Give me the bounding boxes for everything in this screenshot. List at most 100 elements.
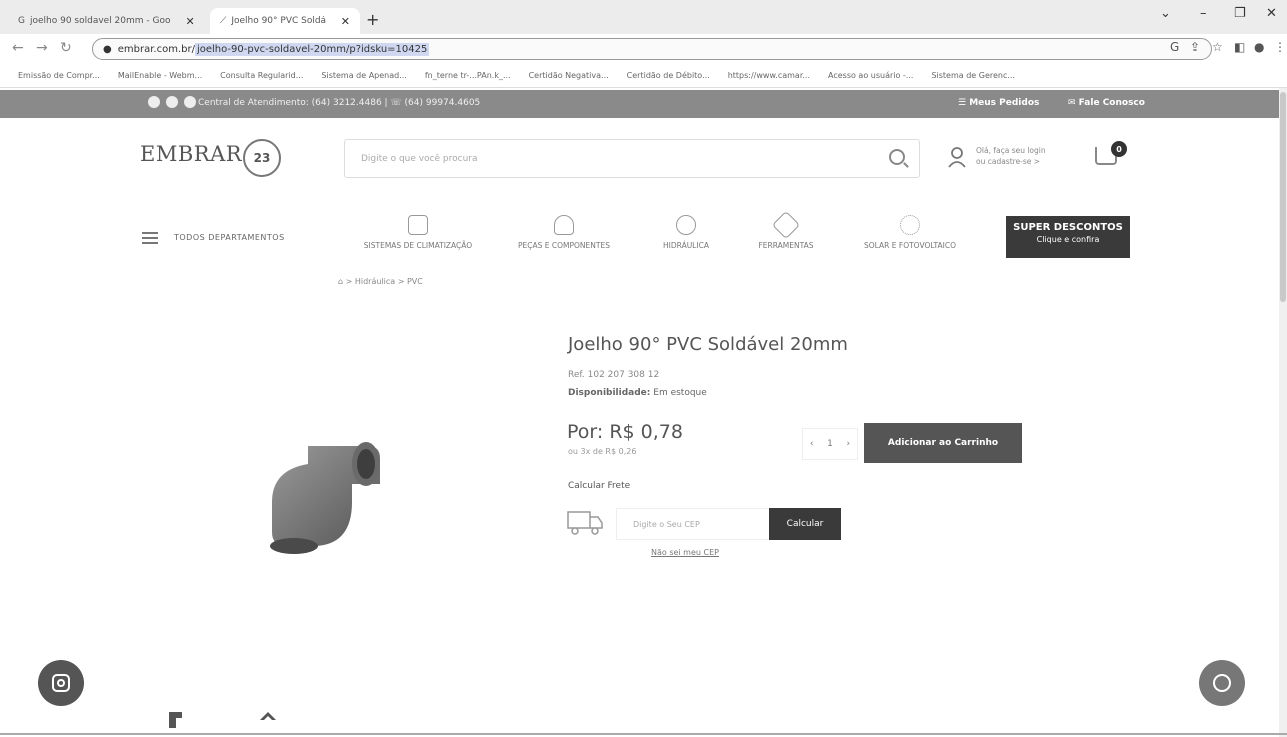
search-placeholder: Digite o que você procura [361, 153, 478, 164]
instagram-icon[interactable] [166, 96, 178, 108]
scrollbar-thumb[interactable] [1280, 92, 1286, 302]
product-price: Por: R$ 0,78 [567, 421, 683, 443]
share-icon[interactable]: ⇪ [1190, 40, 1200, 54]
minus-icon[interactable]: ‹ [810, 439, 814, 449]
category-label: HIDRÁULICA [663, 241, 709, 250]
tab-label: joelho 90 soldavel 20mm - Goo [29, 16, 171, 26]
shipping-label: Calcular Frete [568, 481, 631, 491]
category-label: FERRAMENTAS [758, 241, 814, 250]
embrar-icon: ⟋ [220, 16, 227, 26]
tab-product[interactable]: ⟋ Joelho 90° PVC Soldável 20mm ✕ [210, 8, 360, 34]
bookmark-item[interactable]: https://www.camar... [728, 71, 810, 80]
availability-value: Em estoque [653, 388, 707, 398]
login-line-1: Olá, faça seu login [976, 146, 1046, 155]
back-icon[interactable]: ← [12, 40, 24, 56]
plus-icon[interactable]: › [847, 439, 851, 449]
sun-icon [900, 215, 920, 235]
bookmark-item[interactable]: Certidão de Débito... [627, 71, 710, 80]
tab-label: Joelho 90° PVC Soldável 20mm [231, 16, 326, 26]
facebook-icon[interactable] [148, 96, 160, 108]
search-input[interactable]: Digite o que você procura [344, 139, 920, 178]
reload-icon[interactable]: ↻ [60, 40, 72, 56]
close-window-icon[interactable]: ✕ [1266, 6, 1277, 21]
close-icon[interactable]: ✕ [186, 15, 195, 28]
add-to-cart-button[interactable]: Adicionar ao Carrinho [864, 423, 1022, 463]
search-icon[interactable] [889, 149, 905, 165]
category-climatizacao[interactable]: SISTEMAS DE CLIMATIZAÇÃO [348, 215, 488, 250]
youtube-icon[interactable] [184, 96, 196, 108]
promo-subtitle: Clique e confira [1036, 235, 1100, 244]
user-icon[interactable] [948, 146, 966, 168]
breadcrumb[interactable]: ⌂ > Hidráulica > PVC [338, 277, 423, 286]
product-title: Joelho 90° PVC Soldável 20mm [568, 334, 848, 355]
product-ref: Ref. 102 207 308 12 [568, 370, 660, 380]
login-line-2: ou cadastre-se > [976, 157, 1041, 166]
google-icon: G [18, 16, 25, 26]
url-prefix: embrar.com.br/ [117, 43, 195, 55]
menu-dots-icon[interactable]: ⋮ [1274, 40, 1286, 54]
restore-icon[interactable]: ❐ [1234, 6, 1246, 21]
installments: ou 3x de R$ 0,26 [568, 447, 637, 456]
category-ferramentas[interactable]: FERRAMENTAS [716, 210, 856, 250]
no-cep-link[interactable]: Não sei meu CEP [651, 548, 719, 557]
site-logo[interactable]: EMBRAR [140, 142, 242, 166]
quantity-value: 1 [827, 439, 833, 449]
truck-icon [567, 511, 603, 535]
super-discounts-button[interactable]: SUPER DESCONTOS Clique e confira [1006, 216, 1130, 258]
faucet-icon [676, 215, 696, 235]
chevron-down-icon[interactable]: ⌄ [1160, 6, 1171, 21]
browser-tab-bar: G joelho 90 soldavel 20mm - Goo ✕ ⟋ Joel… [0, 0, 1287, 34]
sidepanel-icon[interactable]: ◧ [1234, 40, 1245, 54]
bookmarks-bar: Emissão de Compr... MailEnable - Webm...… [0, 64, 1287, 88]
product-thumbnail[interactable] [166, 708, 186, 728]
availability-label: Disponibilidade: [568, 388, 651, 398]
air-conditioner-icon [408, 215, 428, 235]
google-lens-icon[interactable]: G [1170, 40, 1179, 54]
minimize-icon[interactable]: – [1200, 6, 1207, 21]
bookmark-item[interactable]: Sistema de Gerenc... [931, 71, 1015, 80]
quantity-stepper[interactable]: ‹ 1 › [802, 428, 858, 460]
category-label: SISTEMAS DE CLIMATIZAÇÃO [363, 241, 473, 250]
promo-title: SUPER DESCONTOS [1013, 222, 1123, 233]
component-icon [554, 215, 574, 235]
bookmark-item[interactable]: Consulta Regularid... [220, 71, 303, 80]
hamburger-menu-icon[interactable] [142, 232, 158, 247]
product-image[interactable] [256, 424, 396, 564]
bookmark-item[interactable]: fn_terne tr-...PAn.k_... [425, 71, 511, 80]
login-link[interactable]: Olá, faça seu login ou cadastre-se > [976, 145, 1046, 167]
logo-badge: 23 [243, 139, 281, 177]
cep-input[interactable]: Digite o Seu CEP [616, 508, 770, 540]
tab-google-search[interactable]: G joelho 90 soldavel 20mm - Goo ✕ [8, 8, 208, 34]
url-highlight: joelho-90-pvc-soldavel-20mm/p?idsku=1042… [194, 42, 430, 56]
tools-icon [771, 210, 801, 240]
category-label: PEÇAS E COMPONENTES [518, 241, 610, 250]
forward-icon[interactable]: → [36, 40, 48, 56]
customer-service-info: Central de Atendimento: (64) 3212.4486 |… [198, 98, 481, 108]
instagram-icon [52, 674, 70, 692]
category-label: SOLAR E FOTOVOLTAICO [864, 241, 956, 250]
product-thumbnail[interactable] [258, 708, 278, 728]
instagram-float-button[interactable] [38, 660, 84, 706]
new-tab-icon[interactable]: + [366, 10, 379, 29]
bookmark-item[interactable]: Acesso ao usuário -... [828, 71, 913, 80]
url-input[interactable]: ● embrar.com.br/joelho-90-pvc-soldavel-2… [92, 38, 1212, 60]
whatsapp-float-button[interactable] [1199, 660, 1245, 706]
bottom-divider [0, 733, 1287, 735]
star-icon[interactable]: ☆ [1212, 40, 1223, 54]
cart-count-badge: 0 [1111, 141, 1127, 157]
social-links [148, 96, 196, 108]
whatsapp-icon [1213, 674, 1231, 692]
contact-link[interactable]: ✉ Fale Conosco [1068, 98, 1145, 108]
bookmark-item[interactable]: MailEnable - Webm... [118, 71, 202, 80]
bookmark-item[interactable]: Emissão de Compr... [18, 71, 100, 80]
my-orders-link[interactable]: ☰ Meus Pedidos [958, 98, 1039, 108]
bookmark-item[interactable]: Certidão Negativa... [529, 71, 609, 80]
bookmark-item[interactable]: Sistema de Apenad... [321, 71, 406, 80]
category-solar[interactable]: SOLAR E FOTOVOLTAICO [840, 215, 980, 250]
close-icon[interactable]: ✕ [341, 15, 350, 28]
profile-icon[interactable]: ● [1254, 40, 1264, 54]
lock-icon: ● [103, 43, 112, 55]
calculate-button[interactable]: Calcular [769, 508, 841, 540]
all-departments-link[interactable]: TODOS DEPARTAMENTOS [174, 233, 285, 242]
category-pecas[interactable]: PEÇAS E COMPONENTES [494, 215, 634, 250]
